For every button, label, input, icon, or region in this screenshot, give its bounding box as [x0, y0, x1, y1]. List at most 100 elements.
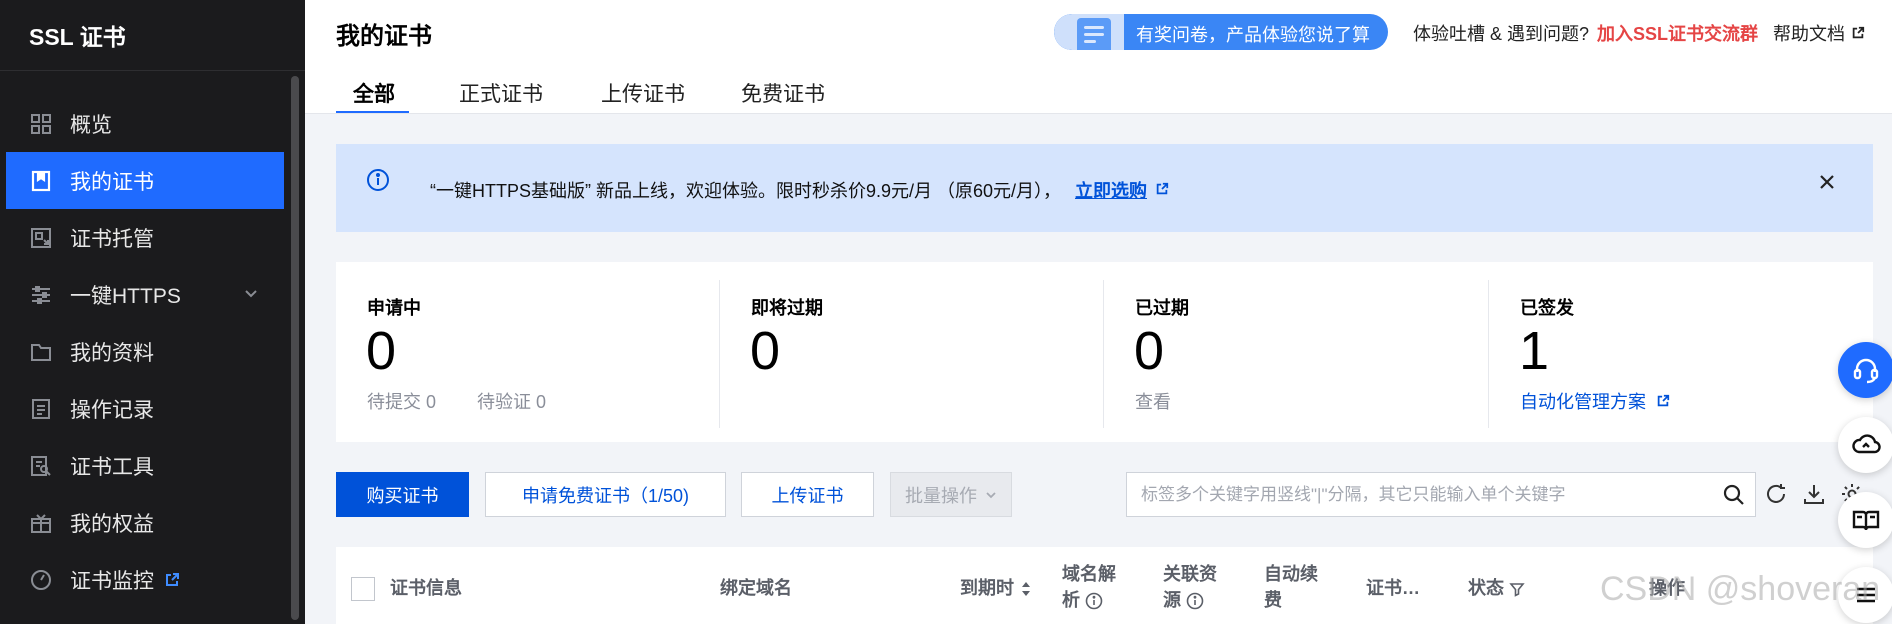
column-expiry[interactable]: 到期时	[960, 575, 1033, 601]
sliders-icon	[30, 284, 52, 306]
batch-operation-button[interactable]: 批量操作	[890, 472, 1012, 517]
notice-text: “一键HTTPS基础版” 新品上线，欢迎体验。限时秒杀价9.9元/月 （原60元…	[430, 181, 1062, 201]
info-icon	[367, 169, 389, 191]
column-dns-line2-text: 析	[1062, 590, 1080, 610]
help-docs-link[interactable]: 帮助文档	[1773, 20, 1865, 46]
close-icon[interactable]	[1814, 169, 1840, 195]
sidebar-item-label: 我的权益	[70, 512, 154, 536]
sort-icon[interactable]	[1019, 580, 1033, 598]
stat-label: 申请中	[367, 298, 421, 318]
sidebar-item-label: 我的资料	[70, 341, 154, 365]
sidebar-scrollbar[interactable]	[291, 76, 299, 620]
page-title: 我的证书	[336, 23, 432, 50]
buy-now-link[interactable]: 立即选购	[1075, 177, 1147, 203]
tab-all[interactable]: 全部	[353, 78, 395, 114]
stat-expiring: 即将过期 0	[720, 262, 1104, 442]
survey-banner[interactable]: 有奖问卷，产品体验您说了算	[1054, 14, 1388, 50]
external-link-icon	[1657, 394, 1670, 407]
tab-uploaded[interactable]: 上传证书	[601, 78, 685, 114]
sidebar-item-label: 一键HTTPS	[70, 284, 181, 308]
stat-value: 0	[1134, 321, 1165, 381]
feedback-text: 体验吐槽 & 遇到问题?	[1413, 24, 1590, 44]
column-bound-domain: 绑定域名	[720, 578, 792, 598]
stat-value: 0	[750, 321, 781, 381]
sidebar-item-label: 证书监控	[70, 569, 154, 593]
column-auto-renew: 自动续 费	[1264, 561, 1318, 613]
sidebar-item-label: 证书托管	[70, 227, 154, 251]
more-menu-button[interactable]	[1838, 567, 1892, 623]
header-divider	[305, 113, 1892, 114]
column-status[interactable]: 状态	[1468, 575, 1525, 601]
filter-icon[interactable]	[1509, 581, 1525, 598]
refresh-icon[interactable]	[1764, 482, 1788, 506]
column-related-line2: 源	[1163, 587, 1217, 613]
tab-free[interactable]: 免费证书	[741, 78, 825, 114]
book-icon	[1852, 510, 1880, 531]
select-all-checkbox[interactable]	[351, 577, 375, 601]
search-box	[1126, 472, 1756, 517]
hosting-icon	[30, 227, 52, 249]
cloud-service-button[interactable]	[1838, 417, 1892, 473]
buy-certificate-button[interactable]: 购买证书	[336, 472, 469, 517]
sidebar-item-one-click-https[interactable]: 一键HTTPS	[6, 266, 284, 323]
sidebar-item-my-materials[interactable]: 我的资料	[6, 323, 284, 380]
stat-label: 已签发	[1520, 298, 1574, 318]
survey-label: 有奖问卷，产品体验您说了算	[1136, 25, 1370, 45]
apply-free-certificate-button[interactable]: 申请免费证书（1/50)	[485, 472, 726, 517]
monitor-icon	[30, 569, 52, 591]
column-auto-renew-line1: 自动续	[1264, 564, 1318, 584]
download-icon[interactable]	[1802, 482, 1826, 506]
view-expired-link[interactable]: 查看	[1135, 388, 1171, 414]
stat-label: 已过期	[1135, 298, 1189, 318]
gift-icon	[30, 512, 52, 534]
stat-value: 0	[366, 321, 397, 381]
stats-panel: 申请中 0 待提交 0 待验证 0 即将过期 0 已过期 0 查看 已签发 1 …	[336, 262, 1873, 442]
search-input[interactable]	[1141, 473, 1711, 516]
upload-certificate-button[interactable]: 上传证书	[741, 472, 874, 517]
sidebar-item-my-certificates[interactable]: 我的证书	[6, 152, 284, 209]
external-link-icon	[1156, 182, 1169, 195]
cloud-icon	[1852, 434, 1881, 454]
automation-plan-label: 自动化管理方案	[1520, 392, 1646, 412]
sidebar-item-operation-log[interactable]: 操作记录	[6, 380, 284, 437]
pending-verify-count[interactable]: 待验证 0	[477, 388, 546, 414]
sidebar-item-label: 我的证书	[70, 170, 154, 194]
sidebar-item-cert-hosting[interactable]: 证书托管	[6, 209, 284, 266]
headset-icon	[1853, 358, 1879, 384]
sidebar: SSL 证书 概览 我的证书 证书托管 一键HTTPS 我的资料 操作记录 证书…	[0, 0, 305, 624]
sidebar-divider	[0, 70, 305, 71]
stat-label: 即将过期	[751, 298, 823, 318]
survey-doc-icon	[1077, 18, 1111, 50]
column-auto-renew-line2: 费	[1264, 590, 1282, 610]
search-icon[interactable]	[1722, 483, 1746, 507]
sidebar-item-cert-tools[interactable]: 证书工具	[6, 437, 284, 494]
stat-issued: 已签发 1 自动化管理方案	[1489, 262, 1873, 442]
folder-icon	[30, 341, 52, 363]
automation-plan-link[interactable]: 自动化管理方案	[1520, 388, 1670, 414]
column-related-line1: 关联资	[1163, 564, 1217, 584]
batch-operation-label: 批量操作	[905, 485, 977, 506]
join-group-link[interactable]: 加入SSL证书交流群	[1597, 20, 1758, 46]
chevron-down-icon[interactable]	[244, 286, 258, 300]
info-icon[interactable]	[1186, 592, 1204, 610]
sidebar-item-cert-monitor[interactable]: 证书监控	[6, 551, 284, 608]
sidebar-item-overview[interactable]: 概览	[6, 95, 284, 152]
column-dns: 域名解 析	[1062, 561, 1116, 613]
tab-official[interactable]: 正式证书	[459, 78, 543, 114]
column-cert-info: 证书信息	[390, 578, 462, 598]
column-dns-line1: 域名解	[1062, 564, 1116, 584]
column-actions: 操作	[1649, 578, 1685, 598]
column-status-label: 状态	[1468, 578, 1504, 598]
pending-submit-count[interactable]: 待提交 0	[367, 388, 436, 414]
column-related-resources: 关联资 源	[1163, 561, 1217, 613]
stat-value: 1	[1519, 321, 1550, 381]
sidebar-item-label: 概览	[70, 113, 112, 137]
customer-service-button[interactable]	[1838, 342, 1892, 398]
menu-icon	[1857, 587, 1875, 603]
sidebar-item-my-benefits[interactable]: 我的权益	[6, 494, 284, 551]
info-icon[interactable]	[1085, 592, 1103, 610]
log-icon	[30, 398, 52, 420]
column-cert-type: 证书…	[1366, 578, 1420, 598]
external-link-icon	[164, 572, 180, 588]
docs-guide-button[interactable]	[1838, 492, 1892, 548]
